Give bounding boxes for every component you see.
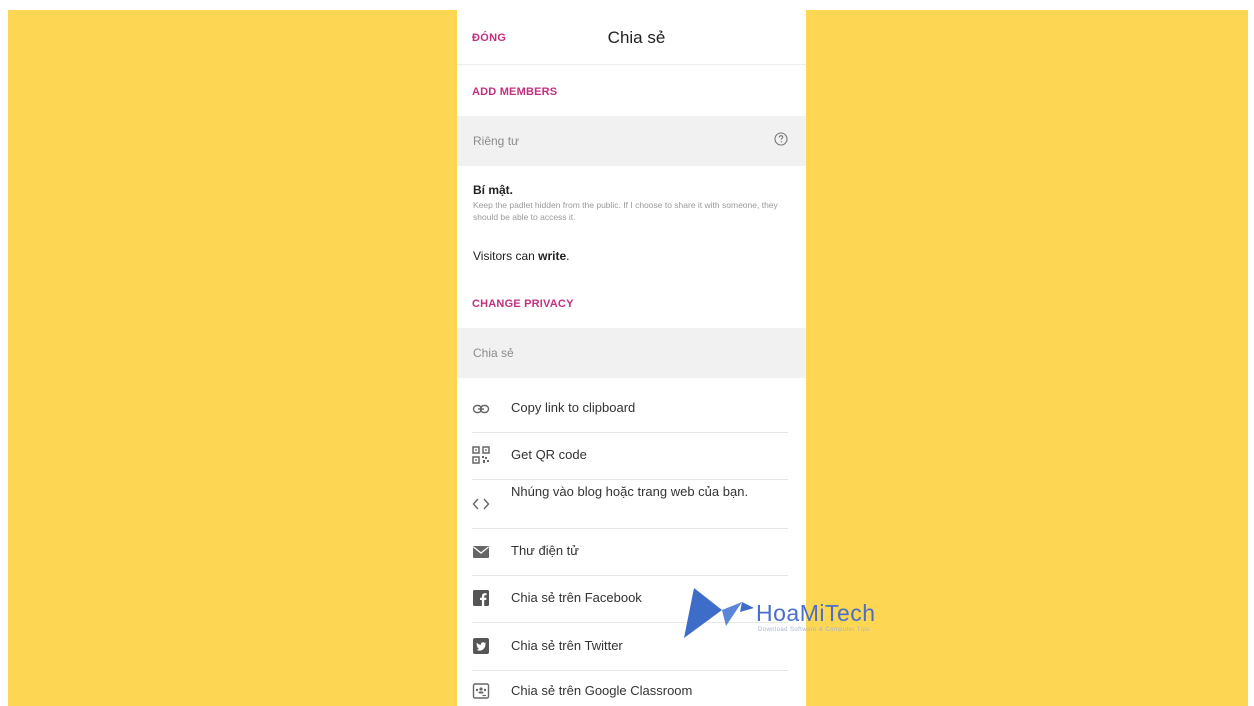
hoamitech-logo-icon [684,588,754,638]
help-icon[interactable] [774,132,788,146]
share-item-label: Chia sẻ trên Twitter [511,638,623,653]
google-classroom-icon [472,683,490,699]
share-item-label: Thư điện tử [511,543,579,558]
twitter-icon [473,638,489,654]
hoamitech-watermark: HoaMiTech Download Software & Computer T… [684,586,934,646]
visitor-permission-suffix: . [566,249,570,263]
visitor-permission: Visitors can write. [473,249,570,263]
share-item-embed[interactable]: Nhúng vào blog hoặc trang web của bạn. [472,480,788,529]
share-item-copy-link[interactable]: Copy link to clipboard [472,384,788,433]
share-section-label: Chia sẻ [473,346,514,360]
privacy-level-name: Bí mật. [473,183,514,197]
share-item-label: Get QR code [511,447,587,462]
privacy-section-header: Riêng tư [457,116,806,166]
envelope-icon [473,546,489,558]
watermark-name: HoaMiTech [756,600,876,626]
share-item-label: Chia sẻ trên Facebook [511,590,642,605]
share-item-label: Nhúng vào blog hoặc trang web của bạn. [511,484,749,499]
add-members-button[interactable]: ADD MEMBERS [472,86,557,98]
link-icon [472,404,490,414]
embed-code-icon [472,498,490,510]
change-privacy-button[interactable]: CHANGE PRIVACY [472,298,574,310]
facebook-icon [473,590,489,606]
privacy-description: Keep the padlet hidden from the public. … [473,200,778,222]
share-item-label: Copy link to clipboard [511,400,636,415]
page-title: Chia sẻ [607,28,666,47]
qr-code-icon [472,446,490,464]
share-item-qr-code[interactable]: Get QR code [472,433,788,480]
share-item-google-classroom[interactable]: Chia sẻ trên Google Classroom [472,671,788,706]
privacy-section-label: Riêng tư [473,134,520,148]
watermark-tagline: Download Software & Computer Tips [758,627,870,633]
visitor-permission-value: write [538,249,567,263]
visitor-permission-prefix: Visitors can [473,249,539,263]
panel-header: ĐÓNG Chia sẻ [457,10,806,65]
share-section-header: Chia sẻ [457,328,806,378]
share-item-email[interactable]: Thư điện tử [472,529,788,576]
share-item-label: Chia sẻ trên Google Classroom [511,683,693,698]
